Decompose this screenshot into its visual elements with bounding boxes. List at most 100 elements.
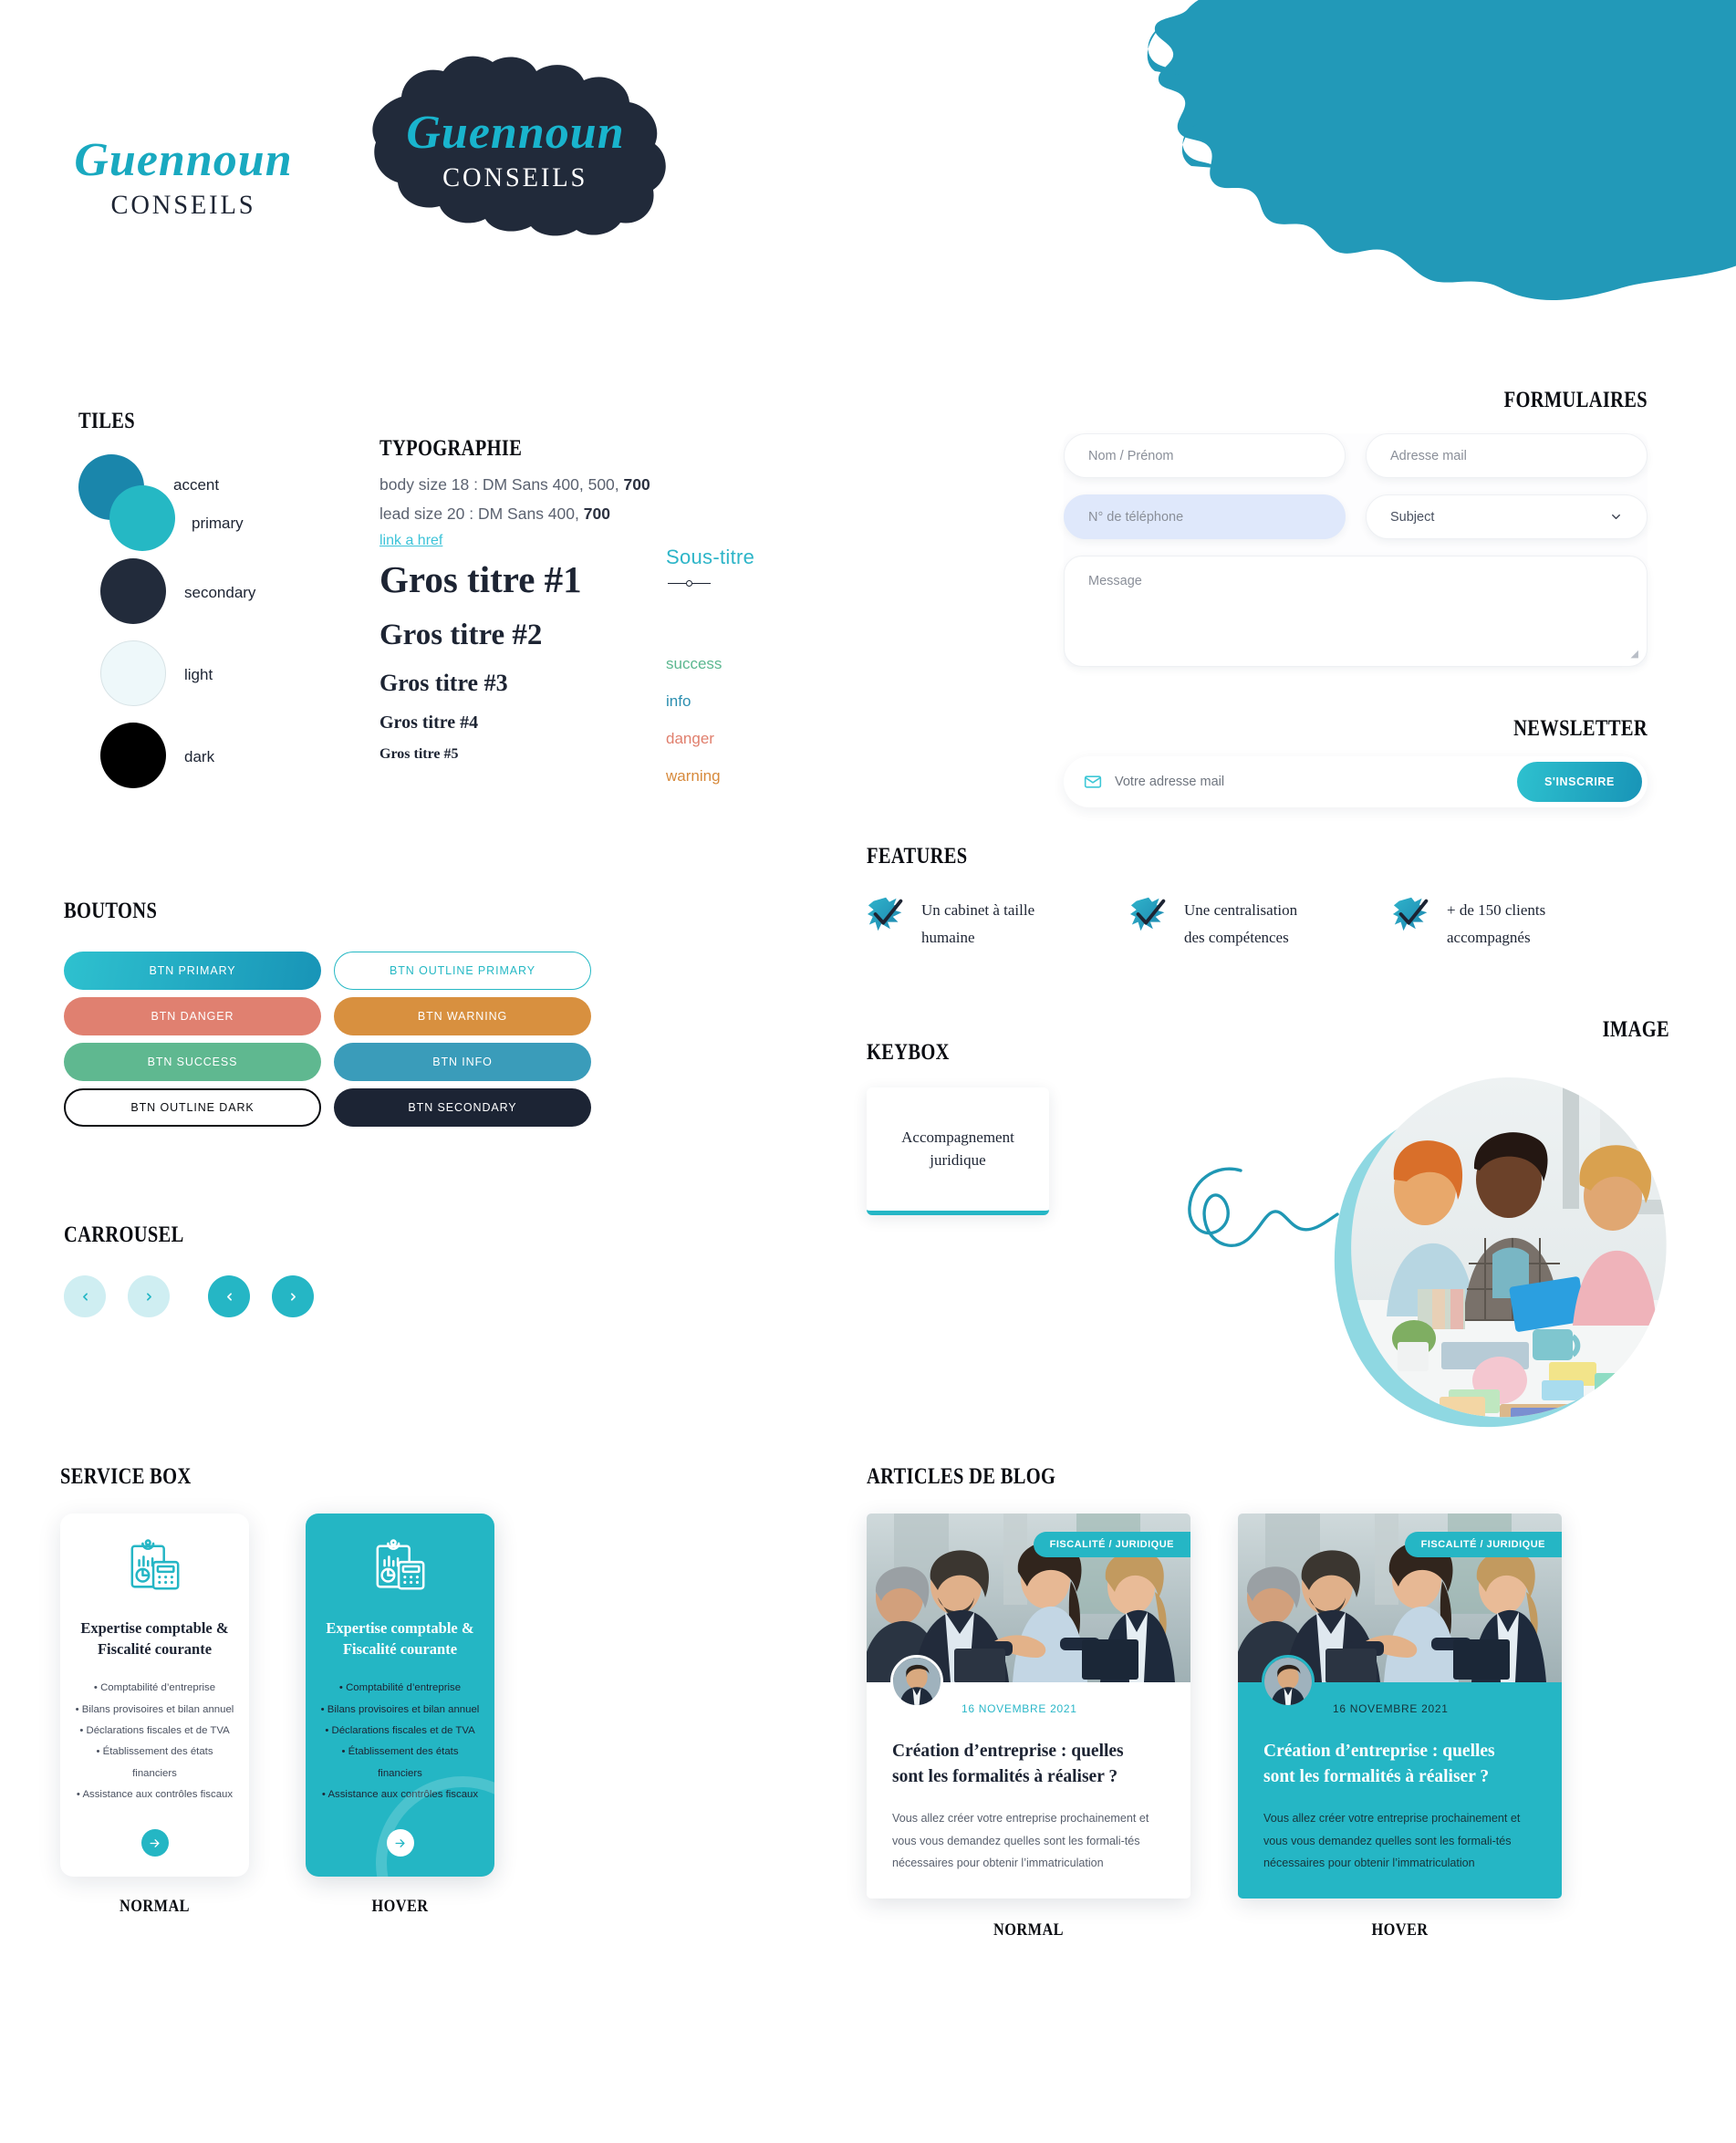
chevron-left-icon [82, 1292, 88, 1301]
blog-card-normal[interactable]: FISCALITÉ / JURIDIQUE 16 NOVEMBRE 2021 C… [867, 1514, 1190, 1899]
keybox-text: Accompagnement juridique [901, 1128, 1014, 1169]
feature-text: Un cabinet à taille humaine [921, 901, 1035, 946]
carousel-section-title: CARROUSEL [64, 1222, 184, 1247]
team-photo [1334, 1077, 1667, 1428]
feature-item: Un cabinet à taille humaine [867, 897, 1093, 952]
clipboard-calculator-icon [130, 1539, 179, 1590]
state-success: success [666, 655, 722, 672]
message-placeholder: Message [1088, 574, 1142, 588]
btn-primary[interactable]: BTN PRIMARY [64, 952, 321, 990]
heading-level-5: Gros titre #5 [379, 746, 459, 763]
newsletter-email-placeholder: Votre adresse mail [1115, 775, 1225, 789]
service-card-list: • Comptabilité d’entreprise • Bilans pro… [73, 1678, 236, 1805]
btn-danger[interactable]: BTN DANGER [64, 997, 321, 1035]
swatch-primary [109, 485, 175, 551]
contact-form: Nom / Prénom Adresse mail N° de téléphon… [1064, 433, 1648, 667]
state-info: info [666, 692, 691, 710]
message-textarea[interactable]: Message ◢ [1064, 556, 1648, 667]
service-card-hover-caption: HOVER [371, 1897, 429, 1917]
feature-text: + de 150 clients accompagnés [1447, 901, 1546, 946]
newsletter-email-field[interactable]: Votre adresse mail [1084, 773, 1517, 791]
logo-script-text: Guennoun [74, 134, 293, 186]
newsletter-subscribe-button[interactable]: S'INSCRIRE [1516, 762, 1642, 802]
chevron-right-icon [290, 1292, 296, 1301]
logo-badge-sub-text: CONSEILS [442, 162, 588, 192]
phone-field[interactable]: N° de téléphone [1064, 494, 1346, 539]
btn-warning[interactable]: BTN WARNING [334, 997, 591, 1035]
tiles-section-title: TILES [78, 409, 136, 433]
chevron-left-icon [226, 1292, 232, 1301]
subtitle-sample: Sous-titre [666, 546, 830, 587]
list-item: • Bilans provisoires et bilan annuel [320, 1703, 480, 1715]
forms-section-title: FORMULAIRES [1503, 388, 1648, 412]
service-card-hover[interactable]: Expertise comptable & Fiscalité courante… [306, 1514, 494, 1878]
state-warning: warning [666, 767, 721, 785]
service-card-normal-caption: NORMAL [119, 1897, 191, 1917]
subtitle-divider [668, 580, 830, 587]
blog-excerpt: Vous allez créer votre entreprise procha… [892, 1812, 1149, 1870]
body-size-line: body size 18 : DM Sans 400, 500, 700 [379, 475, 650, 494]
blog-card-normal-caption: NORMAL [993, 1920, 1065, 1940]
btn-success[interactable]: BTN SUCCESS [64, 1043, 321, 1081]
button-grid: BTN PRIMARY BTN OUTLINE PRIMARY BTN DANG… [64, 952, 611, 1127]
brush-stroke-hero [1147, 0, 1736, 301]
newsletter-section: NEWSLETTER Votre adresse mail S'INSCRIRE [1064, 716, 1648, 807]
subject-select-value: Subject [1390, 509, 1435, 525]
resize-grip-icon[interactable]: ◢ [1631, 648, 1638, 660]
image-section-title: IMAGE [1602, 1017, 1669, 1042]
swatch-label-dark: dark [184, 748, 215, 765]
service-box-section-title: SERVICE BOX [60, 1464, 192, 1489]
swatch-label-primary: primary [192, 515, 244, 532]
carousel-section: CARROUSEL [64, 1222, 447, 1317]
service-card-title: Expertise comptable & Fiscalité courante [326, 1619, 474, 1659]
author-avatar [1262, 1655, 1315, 1708]
brush-check-icon [1392, 897, 1429, 931]
blog-category-badge: FISCALITÉ / JURIDIQUE [1033, 1532, 1190, 1557]
list-item: • Déclarations fiscales et de TVA [79, 1724, 230, 1736]
btn-outline-primary[interactable]: BTN OUTLINE PRIMARY [334, 952, 591, 990]
forms-section: FORMULAIRES Nom / Prénom Adresse mail N°… [1064, 388, 1648, 667]
feature-item: Une centralisation des compétences [1129, 897, 1356, 952]
carousel-prev-solid-button[interactable] [208, 1275, 250, 1317]
blog-card-hover[interactable]: FISCALITÉ / JURIDIQUE 16 NOVEMBRE 2021 C… [1238, 1514, 1562, 1899]
keybox-card[interactable]: Accompagnement juridique [867, 1087, 1049, 1215]
buttons-section-title: BOUTONS [64, 899, 158, 923]
carousel-prev-light-button[interactable] [64, 1275, 106, 1317]
list-item: • Comptabilité d’entreprise [338, 1682, 462, 1694]
carousel-next-solid-button[interactable] [272, 1275, 314, 1317]
tiles-section: TILES accent primary secondary light dar… [78, 409, 297, 788]
blog-card-body: 16 NOVEMBRE 2021 Création d’entreprise :… [867, 1655, 1190, 1899]
list-item: • Déclarations fiscales et de TVA [325, 1724, 475, 1736]
swatch-label-light: light [184, 666, 213, 683]
sample-link[interactable]: link a href [379, 533, 690, 549]
blog-title: Création d’entreprise : quelles sont les… [892, 1742, 1124, 1786]
newsletter-section-title: NEWSLETTER [1513, 716, 1648, 741]
blog-excerpt: Vous allez créer votre entreprise procha… [1263, 1812, 1521, 1870]
btn-secondary[interactable]: BTN SECONDARY [334, 1088, 591, 1127]
state-colors-list: success info danger warning [666, 655, 722, 805]
newsletter-bar: Votre adresse mail S'INSCRIRE [1064, 756, 1648, 807]
service-box-section: SERVICE BOX Expertise comptable & Fiscal… [60, 1464, 772, 1917]
typography-section: TYPOGRAPHIE body size 18 : DM Sans 400, … [379, 436, 690, 763]
blog-card-body: 16 NOVEMBRE 2021 Création d’entreprise :… [1238, 1655, 1562, 1899]
carousel-next-light-button[interactable] [128, 1275, 170, 1317]
service-card-normal[interactable]: Expertise comptable & Fiscalité courante… [60, 1514, 249, 1878]
heading-level-4: Gros titre #4 [379, 713, 479, 733]
heading-level-3: Gros titre #3 [379, 670, 508, 697]
subtitle-text: Sous-titre [666, 546, 755, 568]
subject-select[interactable]: Subject [1366, 494, 1648, 539]
email-field[interactable]: Adresse mail [1366, 433, 1648, 478]
blog-section-title: ARTICLES DE BLOG [867, 1464, 1056, 1489]
features-section-title: FEATURES [867, 844, 968, 869]
carousel-controls [64, 1275, 447, 1317]
author-avatar [890, 1655, 943, 1708]
swatch-light [100, 640, 166, 706]
clipboard-calculator-icon [376, 1539, 424, 1590]
brush-check-icon [867, 897, 903, 931]
logo-badge-script-text: Guennoun [406, 107, 625, 159]
service-card-arrow-button[interactable] [140, 1829, 169, 1857]
btn-outline-dark[interactable]: BTN OUTLINE DARK [64, 1088, 321, 1127]
image-section: IMAGE [1177, 1017, 1669, 1428]
name-field[interactable]: Nom / Prénom [1064, 433, 1346, 478]
btn-info[interactable]: BTN INFO [334, 1043, 591, 1081]
